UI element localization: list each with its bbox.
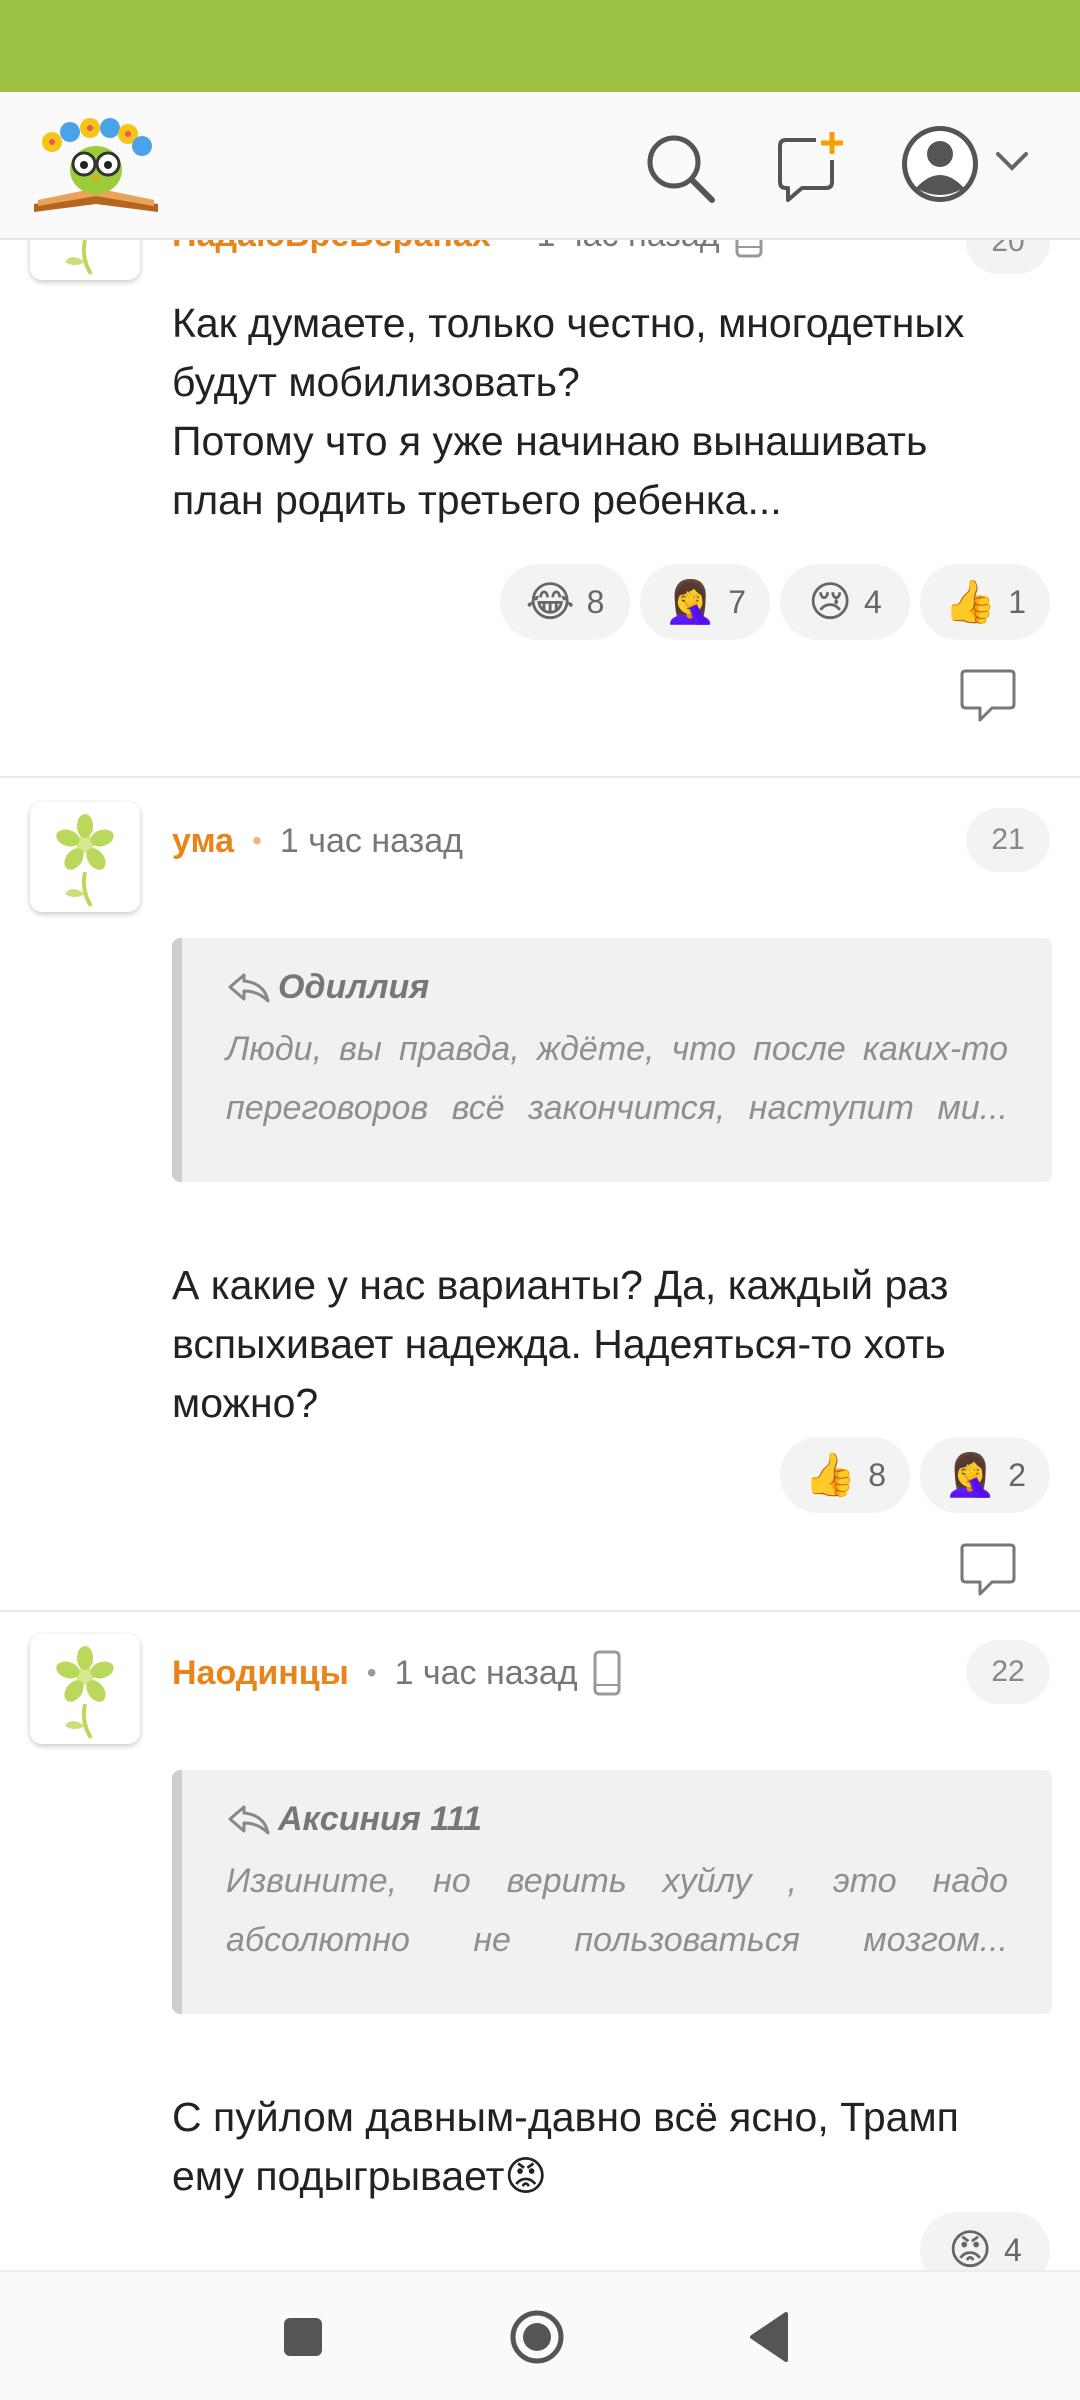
- status-bar: [0, 0, 1080, 92]
- mobile-device-icon: [735, 240, 763, 258]
- comment-time: 1 час назад: [537, 240, 720, 255]
- quote-author: Аксиния 111: [226, 1794, 1008, 1844]
- reaction-cry[interactable]: 😢 4: [780, 564, 910, 640]
- comment-text: А какие у нас варианты? Да, каждый раз в…: [172, 1262, 949, 1426]
- reply-arrow-icon: [228, 973, 270, 1003]
- comment-author[interactable]: НадаюВреВеранах: [172, 240, 491, 255]
- reply-icon[interactable]: [958, 668, 1018, 724]
- comment-number: 22: [966, 1640, 1050, 1704]
- reaction-facepalm[interactable]: 🤦‍♀️ 2: [920, 1437, 1050, 1513]
- reaction-laugh[interactable]: 😂 8: [500, 564, 630, 640]
- separator-dot: •: [509, 240, 519, 251]
- comment-text: С пуйлом давным-давно всё ясно, Трамп ем…: [172, 2094, 959, 2199]
- back-triangle-icon[interactable]: [734, 2300, 808, 2374]
- quote-text: Извините, но верить хуйлу , это надо абс…: [226, 1862, 1008, 1959]
- system-nav-bar: [0, 2270, 1080, 2400]
- user-menu-button[interactable]: [898, 124, 1048, 204]
- separator-dot: •: [366, 1657, 377, 1688]
- divider: [0, 1610, 1080, 1612]
- quote-text: Люди, вы правда, ждёте, что после каких-…: [226, 1030, 1008, 1127]
- comment-author[interactable]: Наодинцы: [172, 1654, 349, 1693]
- mobile-device-icon: [593, 1650, 621, 1696]
- divider: [0, 776, 1080, 778]
- avatar[interactable]: [30, 802, 140, 912]
- home-circle-icon[interactable]: [500, 2300, 574, 2374]
- comment-text: Как думаете, только честно, многодетных …: [172, 300, 965, 523]
- reaction-thumbs-up[interactable]: 👍 8: [780, 1437, 910, 1513]
- quote-author: Одиллия: [226, 962, 1008, 1012]
- search-icon[interactable]: [640, 128, 720, 208]
- comment-meta: Наодинцы • 1 час назад: [172, 1648, 622, 1698]
- recents-square-icon[interactable]: [266, 2300, 340, 2374]
- comment-time: 1 час назад: [394, 1653, 578, 1692]
- compose-icon[interactable]: [770, 128, 850, 208]
- avatar[interactable]: [30, 1634, 140, 1744]
- comment-number: 20: [966, 240, 1050, 274]
- quote-block[interactable]: Аксиния 111 Извините, но верить хуйлу , …: [172, 1770, 1052, 2014]
- comment-author[interactable]: ума: [172, 822, 234, 861]
- comment-meta: НадаюВреВеранах • 1 час назад: [172, 240, 764, 260]
- reaction-thumbs-up[interactable]: 👍 1: [920, 564, 1050, 640]
- comment-number: 21: [966, 808, 1050, 872]
- app-header: [0, 92, 1080, 240]
- reaction-angry[interactable]: 😡 4: [920, 2212, 1050, 2270]
- reactions-bar: 👍 8 🤦‍♀️ 2: [780, 1437, 1050, 1513]
- comment-time: 1 час назад: [279, 821, 463, 860]
- quote-block[interactable]: Одиллия Люди, вы правда, ждёте, что посл…: [172, 938, 1052, 1182]
- avatar[interactable]: [30, 240, 140, 280]
- reply-icon[interactable]: [958, 1542, 1018, 1598]
- comment-meta: ума • 1 час назад: [172, 816, 463, 866]
- comment-feed[interactable]: НадаюВреВеранах • 1 час назад 20 Как дум…: [0, 240, 1080, 2270]
- separator-dot: •: [252, 825, 262, 856]
- reactions-bar: 😡 4: [920, 2212, 1050, 2270]
- reply-arrow-icon: [228, 1805, 270, 1835]
- reactions-bar: 😂 8 🤦‍♀️ 7 😢 4 👍 1: [500, 564, 1050, 640]
- logo-icon[interactable]: [30, 108, 162, 220]
- reaction-facepalm[interactable]: 🤦‍♀️ 7: [640, 564, 770, 640]
